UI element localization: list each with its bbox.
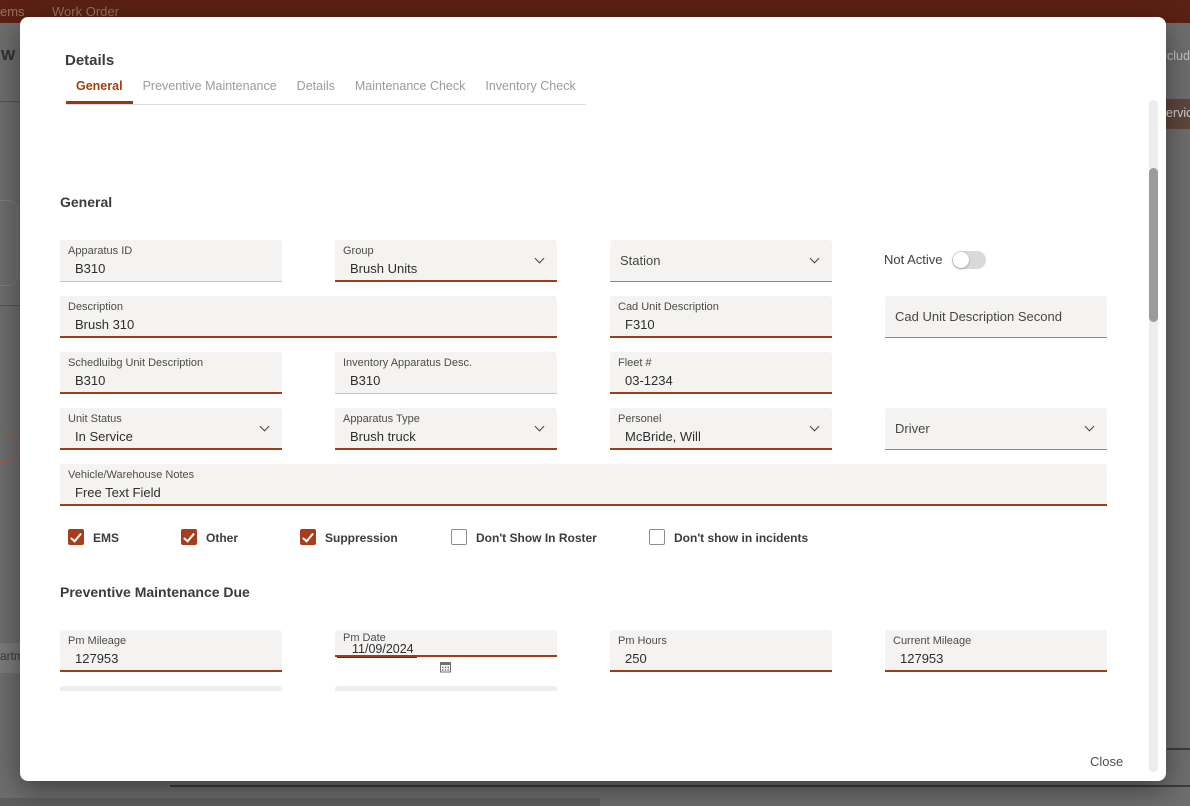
inventory-apparatus-desc-label: Inventory Apparatus Desc.: [343, 357, 472, 369]
clipped-field-stub: [60, 686, 282, 691]
fleet-number-value: 03-1234: [625, 373, 673, 388]
fleet-number-label: Fleet #: [618, 357, 652, 369]
pm-hours-field[interactable]: Pm Hours 250: [610, 630, 832, 672]
inventory-apparatus-desc-field[interactable]: Inventory Apparatus Desc. B310: [335, 352, 557, 394]
background-band: [0, 798, 600, 806]
tab-preventive-maintenance[interactable]: Preventive Maintenance: [133, 79, 287, 104]
modal-tabs: General Preventive Maintenance Details M…: [66, 79, 586, 105]
pm-mileage-field[interactable]: Pm Mileage 127953: [60, 630, 282, 672]
background-divider: [0, 305, 20, 306]
apparatus-id-field[interactable]: Apparatus ID B310: [60, 240, 282, 282]
background-button-fragment: [0, 431, 18, 463]
cad-unit-description-second-label: Cad Unit Description Second: [895, 309, 1062, 324]
pm-date-field[interactable]: Pm Date 11/09/2024: [335, 630, 557, 657]
tab-maintenance-check[interactable]: Maintenance Check: [345, 79, 475, 104]
background-text-fragment: clude: [1167, 49, 1190, 63]
current-mileage-field[interactable]: Current Mileage 127953: [885, 630, 1107, 672]
dont-show-in-incidents-checkbox[interactable]: [649, 529, 665, 545]
chevron-down-icon: [535, 254, 545, 264]
pm-hours-value: 250: [625, 651, 647, 666]
vehicle-warehouse-notes-value: Free Text Field: [75, 485, 161, 500]
background-card-fragment: [0, 200, 18, 286]
vehicle-warehouse-notes-field[interactable]: Vehicle/Warehouse Notes Free Text Field: [60, 464, 1107, 506]
not-active-label: Not Active: [884, 252, 943, 267]
pm-mileage-label: Pm Mileage: [68, 635, 126, 647]
chevron-down-icon: [260, 422, 270, 432]
clipped-field-stub: [335, 686, 557, 691]
cad-unit-description-field[interactable]: Cad Unit Description F310: [610, 296, 832, 338]
pm-hours-label: Pm Hours: [618, 635, 667, 647]
background-divider: [170, 785, 1190, 787]
chevron-down-icon: [1085, 422, 1095, 432]
group-label: Group: [343, 245, 374, 257]
unit-status-select[interactable]: Unit Status In Service: [60, 408, 282, 450]
station-select[interactable]: Station: [610, 240, 832, 282]
ems-checkbox[interactable]: [68, 529, 84, 545]
modal-title: Details: [65, 52, 114, 69]
chevron-down-icon: [810, 254, 820, 264]
description-field[interactable]: Description Brush 310: [60, 296, 557, 338]
tab-general[interactable]: General: [66, 79, 133, 104]
apparatus-id-label: Apparatus ID: [68, 245, 132, 257]
dont-show-in-incidents-label: Don't show in incidents: [674, 531, 808, 545]
unit-status-label: Unit Status: [68, 413, 122, 425]
close-button[interactable]: Close: [1090, 754, 1123, 769]
suppression-checkbox[interactable]: [300, 529, 316, 545]
apparatus-type-select[interactable]: Apparatus Type Brush truck: [335, 408, 557, 450]
suppression-checkbox-label: Suppression: [325, 531, 398, 545]
description-value: Brush 310: [75, 317, 134, 332]
other-checkbox[interactable]: [181, 529, 197, 545]
personnel-select[interactable]: Personel McBride, Will: [610, 408, 832, 450]
scheduling-unit-description-field[interactable]: Schedluibg Unit Description B310: [60, 352, 282, 394]
personnel-label: Personel: [618, 413, 661, 425]
cad-unit-description-label: Cad Unit Description: [618, 301, 719, 313]
personnel-value: McBride, Will: [625, 429, 701, 444]
current-mileage-label: Current Mileage: [893, 635, 971, 647]
group-value: Brush Units: [350, 261, 417, 276]
chevron-down-icon: [810, 422, 820, 432]
background-divider: [1167, 748, 1190, 750]
section-heading-preventive-maintenance-due: Preventive Maintenance Due: [60, 584, 250, 600]
background-text-fragment: ervic: [1166, 106, 1190, 120]
tab-inventory-check[interactable]: Inventory Check: [475, 79, 585, 104]
dont-show-in-roster-label: Don't Show In Roster: [476, 531, 597, 545]
pm-date-value: 11/09/2024: [337, 642, 417, 658]
apparatus-id-value: B310: [75, 261, 105, 276]
driver-label: Driver: [895, 421, 930, 436]
topbar-item-items: ems: [0, 4, 25, 19]
other-checkbox-label: Other: [206, 531, 238, 545]
pm-mileage-value: 127953: [75, 651, 118, 666]
ems-checkbox-label: EMS: [93, 531, 119, 545]
scheduling-unit-description-value: B310: [75, 373, 105, 388]
description-label: Description: [68, 301, 123, 313]
scrollbar-thumb[interactable]: [1149, 168, 1158, 322]
scheduling-unit-description-label: Schedluibg Unit Description: [68, 357, 203, 369]
background-text-fragment: W: [1, 47, 15, 64]
current-mileage-value: 127953: [900, 651, 943, 666]
apparatus-type-label: Apparatus Type: [343, 413, 420, 425]
group-select[interactable]: Group Brush Units: [335, 240, 557, 282]
dont-show-in-roster-checkbox[interactable]: [451, 529, 467, 545]
station-label: Station: [620, 253, 660, 268]
tab-details[interactable]: Details: [287, 79, 345, 104]
apparatus-type-value: Brush truck: [350, 429, 416, 444]
section-heading-general: General: [60, 194, 112, 210]
background-divider: [0, 101, 20, 102]
cad-unit-description-value: F310: [625, 317, 655, 332]
calendar-icon[interactable]: [440, 661, 451, 673]
not-active-toggle[interactable]: [952, 251, 986, 269]
fleet-number-field[interactable]: Fleet # 03-1234: [610, 352, 832, 394]
cad-unit-description-second-field[interactable]: Cad Unit Description Second: [885, 296, 1107, 338]
details-modal: Details General Preventive Maintenance D…: [20, 17, 1166, 781]
inventory-apparatus-desc-value: B310: [350, 373, 380, 388]
chevron-down-icon: [535, 422, 545, 432]
toggle-knob: [953, 252, 969, 268]
vehicle-warehouse-notes-label: Vehicle/Warehouse Notes: [68, 469, 194, 481]
unit-status-value: In Service: [75, 429, 133, 444]
driver-select[interactable]: Driver: [885, 408, 1107, 450]
